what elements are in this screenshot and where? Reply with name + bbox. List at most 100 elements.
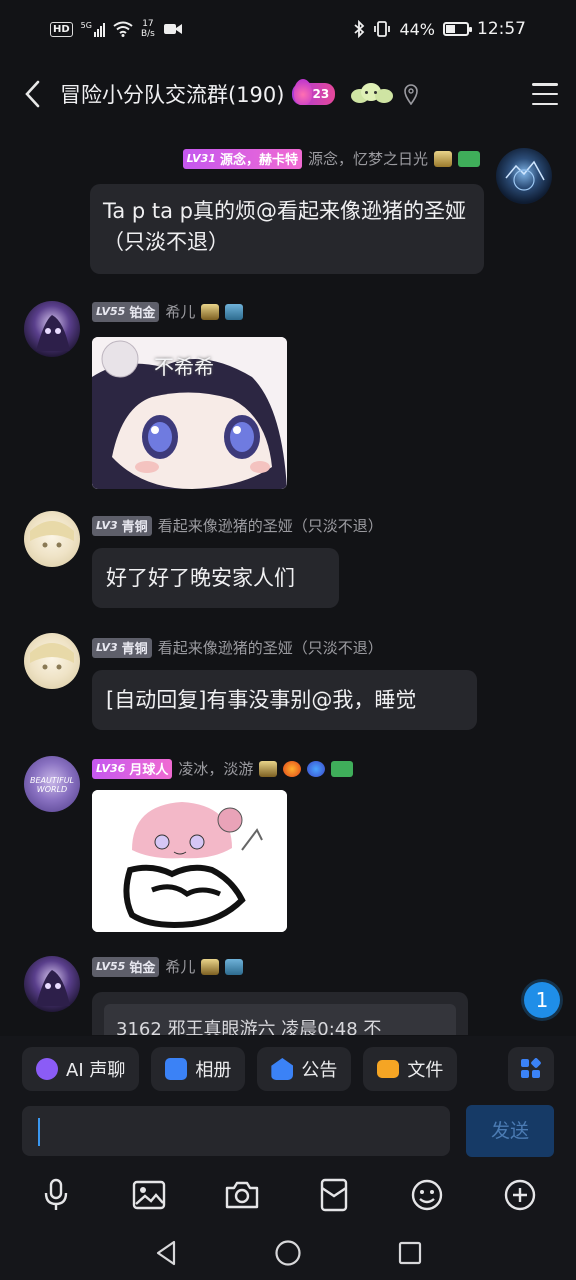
avatar[interactable] [24,511,80,567]
group-level-badge[interactable]: 23 [292,79,336,105]
avatar-text: BEAUTIFUL WORLD [29,776,75,794]
sender-name[interactable]: 看起来像逊猪的圣娅（只淡不退） [158,637,383,658]
message-input[interactable] [22,1106,450,1156]
avatar[interactable] [496,148,552,204]
rank-text: 青铜 [121,642,148,657]
network-speed-unit: B/s [140,29,155,39]
album-label: 相册 [195,1060,232,1081]
level-text: LV3 [96,641,118,654]
recents-square-icon[interactable] [394,1237,426,1269]
apps-grid-icon [521,1058,541,1078]
hd-indicator: HD [50,21,73,37]
chat-message: BEAUTIFUL WORLD LV36 月球人 凌冰，淡游 [0,750,576,940]
flame-icon [283,760,302,777]
network-speed-value: 17 [142,19,154,29]
sender-name[interactable]: 源念，忆梦之日光 [308,148,428,169]
sticker-caption: 不希希 [154,355,214,379]
file-button[interactable]: 文件 [363,1047,458,1091]
level-badge: LV55 铂金 [92,956,160,977]
folder-icon [377,1060,400,1078]
group-title[interactable]: 冒险小分队交流群(190) [60,79,284,109]
level-text: LV36 [96,762,126,775]
camera-icon[interactable] [222,1175,262,1215]
sender-name[interactable]: 凌冰，淡游 [178,758,253,779]
message-meta: LV36 月球人 凌冰，淡游 [92,758,354,779]
card-icon [331,760,354,777]
avatar[interactable]: BEAUTIFUL WORLD [24,756,80,812]
chat-message: LV31 源念，赫卡特 源念，忆梦之日光 Ta p ta p真的烦@看起来像逊猪的… [0,130,576,280]
announcement-button[interactable]: 公告 [257,1047,352,1091]
level-badge: LV31 源念，赫卡特 [182,148,302,169]
more-apps-button[interactable] [508,1047,554,1091]
image-icon[interactable] [129,1175,169,1215]
sender-name[interactable]: 希儿 [165,301,195,322]
signal-icon: 5G [81,21,105,37]
level-badge: LV36 月球人 [92,758,173,779]
message-meta: LV31 源念，赫卡特 源念，忆梦之日光 [182,148,480,169]
chat-message: LV55 铂金 希儿 不希希 [0,295,576,495]
avatar[interactable] [24,301,80,357]
ai-voice-label: AI 声聊 [66,1060,126,1081]
sender-name[interactable]: 希儿 [165,956,195,977]
ai-voice-icon [36,1058,58,1080]
status-right: 44% 12:57 [353,19,526,39]
microphone-icon[interactable] [36,1175,76,1215]
dragon-icon [225,303,244,320]
emoji-icon[interactable] [407,1175,447,1215]
send-button[interactable]: 发送 [466,1105,554,1157]
ai-voice-button[interactable]: AI 声聊 [22,1047,140,1091]
wifi-icon [113,21,133,37]
avatar[interactable] [24,633,80,689]
medal-icon [434,150,452,167]
vibrate-icon [374,21,391,37]
plus-icon[interactable] [500,1175,540,1215]
avatar[interactable] [24,956,80,1012]
system-nav-bar [0,1226,576,1280]
cloud-mascot-icon[interactable] [349,81,395,107]
album-button[interactable]: 相册 [151,1047,246,1091]
rank-text: 青铜 [121,520,148,535]
text-caret [38,1118,40,1146]
location-pin-icon[interactable] [403,83,419,105]
message-list[interactable]: LV31 源念，赫卡特 源念，忆梦之日光 Ta p ta p真的烦@看起来像逊猪的… [0,130,576,1035]
red-packet-icon[interactable] [314,1175,354,1215]
input-row: 发送 [0,1102,576,1164]
message-text: 好了好了晚安家人们 [106,566,295,590]
rank-text: 月球人 [129,763,169,778]
message-bubble[interactable]: [自动回复]有事没事别@我，睡觉 [92,670,477,730]
sticker-image[interactable] [92,790,287,932]
status-left: HD 5G 17 B/s [50,19,183,39]
network-speed: 17 B/s [141,19,155,39]
sender-name[interactable]: 看起来像逊猪的圣娅（只淡不退） [158,515,383,536]
message-bubble[interactable]: 3162 邪王真眼游六 凌晨0:48 不 [92,992,468,1035]
menu-icon[interactable] [532,83,558,105]
rank-text: 源念，赫卡特 [219,153,298,168]
medal-icon [259,760,278,777]
message-text: Ta p ta p真的烦@看起来像逊猪的圣娅（只淡不退） [103,199,467,254]
level-text: LV31 [186,152,216,165]
bluetooth-icon [354,20,365,38]
chat-message: LV3 青铜 看起来像逊猪的圣娅（只淡不退） [自动回复]有事没事别@我，睡觉 [0,627,576,737]
card-icon [458,150,480,167]
sticker-image[interactable]: 不希希 [92,337,287,489]
level-text: LV3 [96,519,118,532]
message-bubble[interactable]: 好了好了晚安家人们 [92,548,339,608]
battery-fill [446,25,455,33]
level-badge: LV3 青铜 [92,515,152,536]
back-arrow-icon[interactable] [18,76,46,112]
home-circle-icon[interactable] [272,1237,304,1269]
level-badge: LV55 铂金 [92,301,160,322]
video-camera-icon [163,24,182,34]
unread-count-badge[interactable]: 1 [524,982,560,1018]
message-meta: LV3 青铜 看起来像逊猪的圣娅（只淡不退） [92,515,383,536]
rank-text: 铂金 [129,961,156,976]
level-badge: LV3 青铜 [92,637,152,658]
rank-text: 铂金 [129,306,156,321]
play-badge-icon [307,760,326,777]
level-text: LV55 [96,305,126,318]
message-meta: LV55 铂金 希儿 [92,956,244,977]
quoted-card[interactable]: 3162 邪王真眼游六 凌晨0:48 不 [104,1004,456,1035]
back-triangle-icon[interactable] [150,1237,182,1269]
message-bubble[interactable]: Ta p ta p真的烦@看起来像逊猪的圣娅（只淡不退） [90,184,484,274]
quoted-text: 3162 邪王真眼游六 凌晨0:48 不 [116,1019,382,1035]
